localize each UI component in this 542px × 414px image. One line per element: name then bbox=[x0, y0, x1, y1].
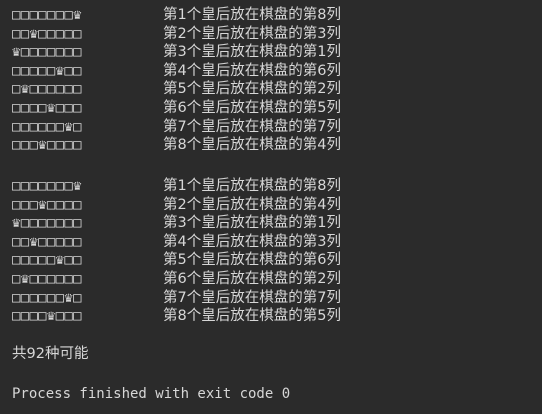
queen-position-text: 第3个皇后放在棋盘的第1列 bbox=[163, 44, 341, 61]
queen-position-text: 第5个皇后放在棋盘的第2列 bbox=[163, 81, 341, 98]
process-exit-message: Process finished with exit code 0 bbox=[12, 386, 291, 402]
queen-position-text: 第3个皇后放在棋盘的第1列 bbox=[163, 215, 341, 232]
queen-position-text: 第6个皇后放在棋盘的第5列 bbox=[163, 99, 341, 116]
queen-position-text: 第4个皇后放在棋盘的第3列 bbox=[163, 233, 341, 250]
board-row: □□□□□□♛□ bbox=[12, 118, 82, 135]
board-row: □♛□□□□□□ bbox=[12, 270, 82, 287]
board-row: □□♛□□□□□ bbox=[12, 233, 82, 250]
queen-position-text: 第2个皇后放在棋盘的第4列 bbox=[163, 196, 341, 213]
queen-position-text: 第6个皇后放在棋盘的第2列 bbox=[163, 270, 341, 287]
queen-position-text: 第2个皇后放在棋盘的第3列 bbox=[163, 25, 341, 42]
board-row: □□□□□♛□□ bbox=[12, 252, 82, 269]
queen-position-text: 第1个皇后放在棋盘的第8列 bbox=[163, 178, 341, 194]
queen-position-text: 第4个皇后放在棋盘的第6列 bbox=[163, 62, 341, 79]
board-row: ♛□□□□□□□ bbox=[12, 44, 82, 61]
console-output: □□□□□□□♛ 第1个皇后放在棋盘的第8列 □□♛□□□□□ 第2个皇后放在棋盘的… bbox=[0, 0, 542, 414]
board-row: □□♛□□□□□ bbox=[12, 25, 82, 42]
queen-position-text: 第7个皇后放在棋盘的第7列 bbox=[163, 289, 341, 306]
board-row: □□□♛□□□□ bbox=[12, 196, 82, 213]
queen-position-text: 第1个皇后放在棋盘的第8列 bbox=[163, 7, 341, 23]
board-row: □□□□□□□♛ bbox=[12, 178, 82, 194]
queen-position-text: 第5个皇后放在棋盘的第6列 bbox=[163, 252, 341, 269]
queen-position-text: 第7个皇后放在棋盘的第7列 bbox=[163, 118, 341, 135]
board-row: □□□□□♛□□ bbox=[12, 62, 82, 79]
board-row: □□□□□□♛□ bbox=[12, 289, 82, 306]
board-row: □♛□□□□□□ bbox=[12, 81, 82, 98]
board-row: ♛□□□□□□□ bbox=[12, 215, 82, 232]
board-row: □□□□□□□♛ bbox=[12, 7, 82, 23]
queen-position-text: 第8个皇后放在棋盘的第4列 bbox=[163, 137, 341, 154]
board-row: □□□♛□□□□ bbox=[12, 137, 82, 154]
board-row: □□□□♛□□□ bbox=[12, 99, 82, 116]
solution-count-text: 共92种可能 bbox=[12, 346, 89, 362]
queen-position-text: 第8个皇后放在棋盘的第5列 bbox=[163, 308, 341, 325]
board-row: □□□□♛□□□ bbox=[12, 308, 82, 325]
